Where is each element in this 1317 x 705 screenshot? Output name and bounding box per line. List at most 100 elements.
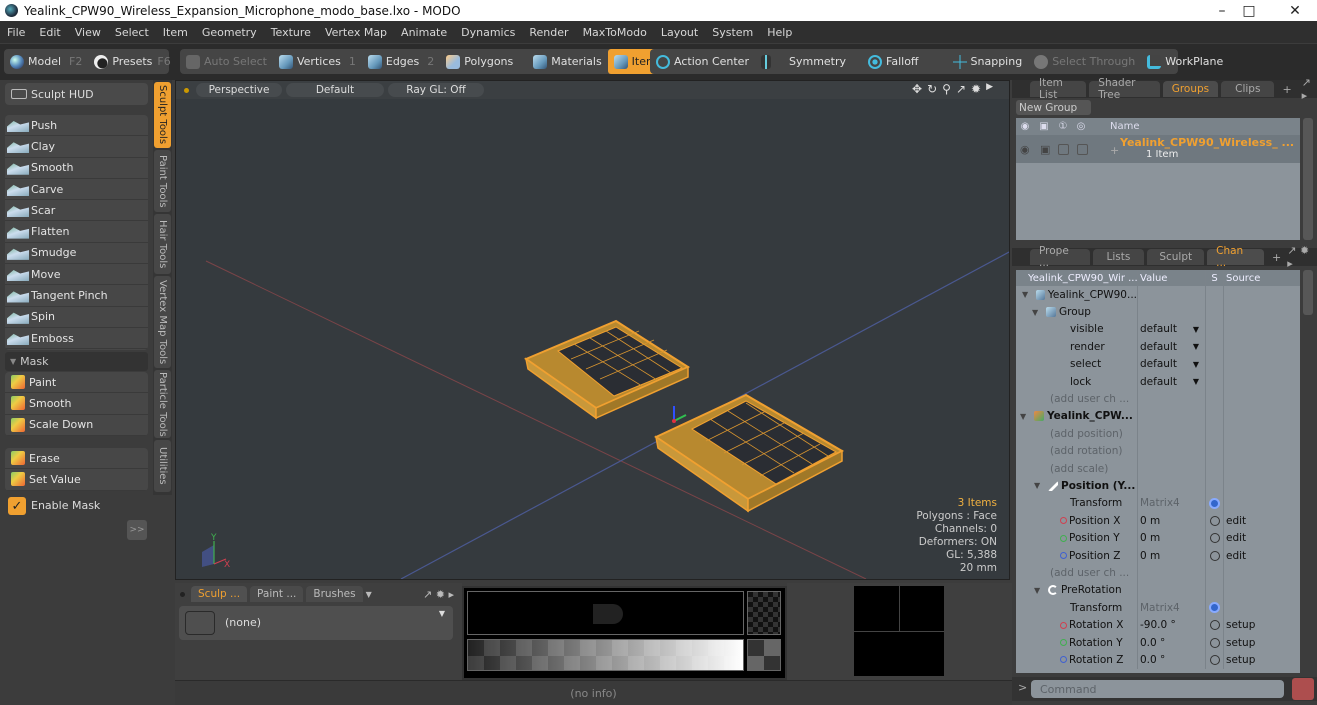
- tab-utilities[interactable]: Utilities: [154, 440, 171, 492]
- animation-state-icon[interactable]: [1209, 654, 1220, 665]
- expand-arrow-icon[interactable]: ▼: [1032, 308, 1038, 317]
- tab-sculpt-tools[interactable]: Sculpt Tools: [154, 82, 171, 148]
- menu-select[interactable]: Select: [108, 26, 156, 39]
- tab-channels[interactable]: Chan ...: [1207, 245, 1265, 269]
- polygons-button[interactable]: Polygons: [440, 49, 519, 74]
- channel-row[interactable]: ▼ PreRotation: [1016, 581, 1300, 600]
- channel-value[interactable]: default ▼: [1138, 320, 1206, 339]
- channel-row[interactable]: lock default ▼: [1016, 372, 1300, 391]
- tool-smooth[interactable]: Smooth: [5, 393, 148, 415]
- transform-gear-icon[interactable]: [1209, 602, 1220, 614]
- edges-button[interactable]: Edges 2: [362, 49, 440, 74]
- channel-row[interactable]: Position Z 0 m edit: [1016, 546, 1300, 565]
- channel-value[interactable]: Matrix4: [1138, 494, 1206, 513]
- channel-row[interactable]: (add rotation): [1016, 442, 1300, 460]
- tool-set-value[interactable]: Set Value: [5, 469, 148, 491]
- panel-options-icon[interactable]: ↗ ✹ ▸: [423, 588, 454, 601]
- tool-scar[interactable]: Scar: [5, 200, 148, 222]
- panel-options-icon[interactable]: ↗ ✹ ▸: [1287, 244, 1317, 270]
- dropdown-arrow-icon[interactable]: ▼: [1193, 342, 1199, 351]
- channel-value[interactable]: default ▼: [1138, 338, 1206, 356]
- channel-value[interactable]: 0.0 °: [1138, 651, 1206, 669]
- workplane-button[interactable]: WorkPlane: [1141, 49, 1229, 74]
- tool-move[interactable]: Move: [5, 264, 148, 286]
- menu-dynamics[interactable]: Dynamics: [454, 26, 522, 39]
- new-group-button[interactable]: New Group: [1016, 100, 1091, 115]
- tool-spin[interactable]: Spin: [5, 307, 148, 328]
- maximize-view-icon[interactable]: ↗: [956, 82, 966, 96]
- tool-clay[interactable]: Clay: [5, 136, 148, 158]
- channel-row[interactable]: ▼ Position (Y...: [1016, 477, 1300, 495]
- panel-expand-icon[interactable]: ↗ ▸: [1302, 76, 1317, 102]
- menu-layout[interactable]: Layout: [654, 26, 705, 39]
- dropdown-arrow-icon[interactable]: ▼: [1193, 377, 1199, 386]
- channel-row[interactable]: ▼ Yealink_CPW90...: [1016, 286, 1300, 304]
- 3d-viewport[interactable]: Y X Perspective Default Ray GL: Off ✥ ↻ …: [175, 80, 1010, 580]
- tab-item-list[interactable]: Item List: [1030, 77, 1087, 101]
- raygl-toggle[interactable]: Ray GL: Off: [388, 83, 484, 97]
- animation-state-icon[interactable]: [1209, 637, 1220, 648]
- channel-state[interactable]: [1206, 616, 1224, 634]
- record-macro-button[interactable]: [1292, 678, 1314, 700]
- channel-value[interactable]: default ▼: [1138, 372, 1206, 391]
- tab-lists[interactable]: Lists: [1092, 249, 1145, 265]
- groups-scrollbar[interactable]: [1303, 118, 1313, 240]
- vertices-button[interactable]: Vertices 1: [273, 49, 362, 74]
- menu-help[interactable]: Help: [760, 26, 799, 39]
- sculpt-hud-button[interactable]: Sculpt HUD: [5, 83, 148, 105]
- tool-smooth[interactable]: Smooth: [5, 158, 148, 179]
- channel-row[interactable]: Rotation Z 0.0 ° setup: [1016, 651, 1300, 669]
- channel-row[interactable]: Transform Matrix4: [1016, 599, 1300, 617]
- tab-groups[interactable]: Groups: [1162, 81, 1219, 97]
- select-toggle[interactable]: [1077, 144, 1088, 155]
- expand-button[interactable]: >>: [127, 520, 147, 540]
- channel-state[interactable]: [1206, 529, 1224, 547]
- channel-state[interactable]: [1206, 494, 1224, 513]
- mask-section-header[interactable]: ▼ Mask: [5, 352, 148, 371]
- expand-arrow-icon[interactable]: ▼: [1022, 290, 1028, 299]
- tool-push[interactable]: Push: [5, 115, 148, 137]
- shading-dropdown[interactable]: Default: [286, 83, 384, 97]
- channel-value[interactable]: -90.0 °: [1138, 616, 1206, 634]
- tab-particle-tools[interactable]: Particle Tools: [154, 370, 171, 438]
- dropdown-arrow-icon[interactable]: ▼: [1193, 360, 1199, 369]
- channel-value[interactable]: Matrix4: [1138, 599, 1206, 617]
- tool-erase[interactable]: Erase: [5, 448, 148, 470]
- group-row[interactable]: ◉ ▣ + Yealink_CPW90_Wireless_ ... 1 Item: [1016, 135, 1300, 163]
- menu-render[interactable]: Render: [522, 26, 575, 39]
- channels-scrollbar[interactable]: [1303, 270, 1313, 315]
- select-through-button[interactable]: Select Through: [1028, 49, 1141, 74]
- channel-value[interactable]: 0.0 °: [1138, 633, 1206, 652]
- menu-maxtomodo[interactable]: MaxToModo: [576, 26, 654, 39]
- tool-paint[interactable]: Paint: [5, 372, 148, 394]
- animation-state-icon[interactable]: [1209, 533, 1220, 544]
- animation-state-icon[interactable]: [1209, 550, 1220, 561]
- channel-row[interactable]: render default ▼: [1016, 338, 1300, 356]
- tab-brushes[interactable]: Brushes: [306, 586, 363, 602]
- visibility-toggle-icon[interactable]: ◉: [1020, 143, 1030, 156]
- dropdown-arrow-icon[interactable]: ▼: [1193, 325, 1199, 334]
- channel-row[interactable]: (add scale): [1016, 459, 1300, 478]
- menu-texture[interactable]: Texture: [264, 26, 318, 39]
- menu-edit[interactable]: Edit: [32, 26, 67, 39]
- menu-vertex-map[interactable]: Vertex Map: [318, 26, 394, 39]
- channel-row[interactable]: Rotation Y 0.0 ° setup: [1016, 633, 1300, 652]
- expand-arrow-icon[interactable]: ▼: [1034, 481, 1040, 490]
- tab-sculpt[interactable]: Sculpt: [1147, 249, 1205, 265]
- zoom-view-icon[interactable]: ⚲: [942, 82, 951, 96]
- action-center-button[interactable]: Action Center: [650, 49, 755, 74]
- channel-row[interactable]: Position X 0 m edit: [1016, 512, 1300, 530]
- menu-item[interactable]: Item: [156, 26, 195, 39]
- channel-row[interactable]: select default ▼: [1016, 355, 1300, 373]
- tool-tangent-pinch[interactable]: Tangent Pinch: [5, 285, 148, 307]
- menu-system[interactable]: System: [705, 26, 760, 39]
- tab-paint[interactable]: Paint ...: [250, 586, 304, 602]
- tab-clips[interactable]: Clips: [1221, 81, 1275, 97]
- brush-selector[interactable]: (none) ▼: [179, 606, 453, 640]
- enable-mask-checkbox[interactable]: ✓: [8, 497, 26, 515]
- view-mode-dropdown[interactable]: Perspective: [196, 83, 282, 97]
- tool-carve[interactable]: Carve: [5, 179, 148, 201]
- menu-file[interactable]: File: [0, 26, 32, 39]
- menu-view[interactable]: View: [68, 26, 108, 39]
- presets-button[interactable]: Presets F6: [88, 49, 176, 74]
